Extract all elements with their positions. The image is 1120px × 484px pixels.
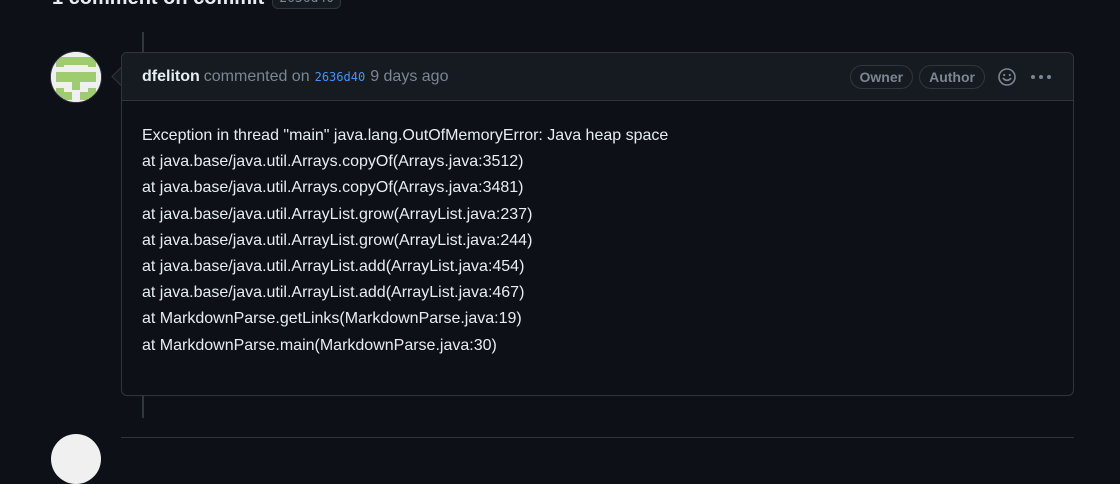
identicon-image — [51, 52, 101, 102]
owner-label: Owner — [849, 64, 914, 89]
comment-body-line: at MarkdownParse.getLinks(MarkdownParse.… — [142, 310, 522, 328]
comment-body-line: at java.base/java.util.ArrayList.grow(Ar… — [142, 205, 533, 223]
comment-body-line: at java.base/java.util.Arrays.copyOf(Arr… — [142, 153, 524, 171]
author-label: Author — [919, 64, 985, 89]
comment-body-line: at java.base/java.util.ArrayList.add(Arr… — [142, 258, 525, 276]
comment-header: dfeliton commented on 2636d40 9 days ago… — [122, 53, 1073, 101]
comment-body-line: at java.base/java.util.ArrayList.add(Arr… — [142, 284, 525, 302]
kebab-menu-icon[interactable] — [1029, 65, 1053, 89]
comment-header-actions: Owner Author — [849, 64, 1053, 89]
comments-heading: 1 comment on commit 2636d40 — [52, 0, 342, 10]
comments-heading-text: 1 comment on commit — [52, 0, 264, 10]
commit-sha-link[interactable]: 2636d40 — [315, 70, 366, 84]
comment-timestamp[interactable]: 9 days ago — [370, 68, 448, 86]
smiley-icon[interactable] — [995, 65, 1019, 89]
timeline-line-top — [142, 32, 144, 52]
avatar[interactable] — [51, 52, 101, 102]
comment-author-link[interactable]: dfeliton — [142, 68, 200, 86]
comment-body-line: at java.base/java.util.ArrayList.grow(Ar… — [142, 231, 533, 249]
comment-body-line: Exception in thread "main" java.lang.Out… — [142, 127, 669, 144]
heading-commit-sha[interactable]: 2636d40 — [272, 0, 342, 9]
comment-body-line: at java.base/java.util.Arrays.copyOf(Arr… — [142, 179, 524, 197]
comment-box: dfeliton commented on 2636d40 9 days ago… — [121, 52, 1074, 396]
next-avatar[interactable] — [51, 434, 101, 484]
comment-action-text: commented on — [203, 67, 310, 85]
next-comment-form-edge — [121, 437, 1074, 448]
comment-body: Exception in thread "main" java.lang.Out… — [122, 101, 1073, 359]
comment-body-line: at MarkdownParse.main(MarkdownParse.java… — [142, 336, 497, 354]
timeline-line-bottom — [142, 396, 144, 418]
